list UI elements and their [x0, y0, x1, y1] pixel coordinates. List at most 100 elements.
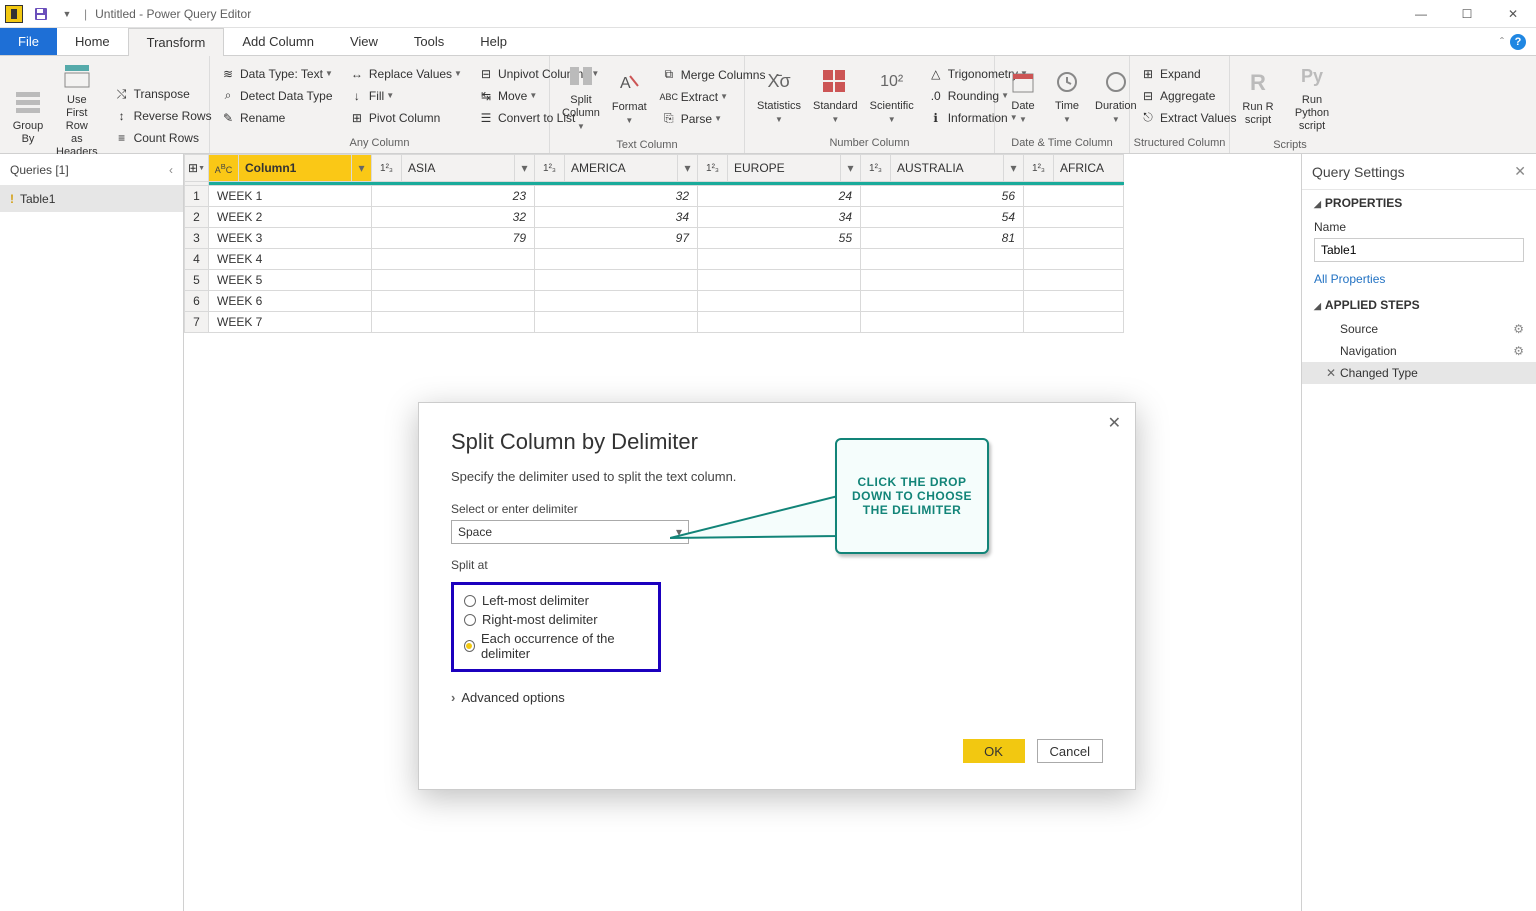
count-rows-button[interactable]: ≡Count Rows [110, 128, 216, 148]
step-changed-type[interactable]: ✕Changed Type [1302, 362, 1536, 384]
query-item-table1[interactable]: ! Table1 [0, 186, 183, 212]
cell[interactable]: 55 [698, 228, 861, 249]
table-row[interactable]: 6WEEK 6 [185, 291, 1124, 312]
standard-button[interactable]: Standard▼ [807, 64, 864, 128]
cell[interactable] [372, 312, 535, 333]
tab-add-column[interactable]: Add Column [224, 28, 332, 55]
detect-data-type-button[interactable]: ⌕Detect Data Type [216, 86, 337, 106]
tab-transform[interactable]: Transform [128, 28, 225, 56]
delimiter-dropdown[interactable]: Space ▾ [451, 520, 689, 544]
type-badge-number[interactable]: 1²₃ [1024, 155, 1054, 181]
cell[interactable] [861, 270, 1024, 291]
table-row[interactable]: 2WEEK 232343454 [185, 207, 1124, 228]
cell[interactable] [1024, 312, 1124, 333]
type-badge-number[interactable]: 1²₃ [535, 155, 565, 181]
step-source[interactable]: Source⚙ [1302, 318, 1536, 340]
column-header[interactable]: Column1 [239, 161, 351, 175]
type-badge-number[interactable]: 1²₃ [698, 155, 728, 181]
cell[interactable]: WEEK 7 [209, 312, 372, 333]
tab-home[interactable]: Home [57, 28, 128, 55]
cell[interactable]: 56 [861, 186, 1024, 207]
cell[interactable]: 23 [372, 186, 535, 207]
table-row[interactable]: 7WEEK 7 [185, 312, 1124, 333]
type-badge-number[interactable]: 1²₃ [372, 155, 402, 181]
cell[interactable] [1024, 270, 1124, 291]
cell[interactable] [861, 249, 1024, 270]
data-grid[interactable]: ⊞▼ ABCColumn1▾ 1²₃ASIA▾ 1²₃AMERICA▾ 1²₃E… [184, 154, 1124, 333]
cell[interactable]: 34 [535, 207, 698, 228]
column-header[interactable]: AFRICA [1054, 161, 1123, 175]
filter-icon[interactable]: ▾ [514, 155, 534, 181]
properties-section[interactable]: PROPERTIES [1302, 190, 1536, 216]
gear-icon[interactable]: ⚙ [1513, 344, 1524, 358]
rename-button[interactable]: ✎Rename [216, 108, 337, 128]
cell[interactable] [861, 291, 1024, 312]
statistics-button[interactable]: Χ̄σStatistics▼ [751, 64, 807, 128]
cell[interactable]: WEEK 4 [209, 249, 372, 270]
table-row[interactable]: 5WEEK 5 [185, 270, 1124, 291]
cell[interactable]: 81 [861, 228, 1024, 249]
cell[interactable]: WEEK 5 [209, 270, 372, 291]
cell[interactable] [698, 312, 861, 333]
column-header[interactable]: AMERICA [565, 161, 677, 175]
group-by-button[interactable]: Group By [6, 84, 50, 148]
cell[interactable]: WEEK 6 [209, 291, 372, 312]
extract-values-button[interactable]: ⎋Extract Values [1136, 108, 1240, 128]
radio-left-most[interactable]: Left-most delimiter [464, 591, 648, 610]
cell[interactable] [1024, 249, 1124, 270]
filter-icon[interactable]: ▾ [840, 155, 860, 181]
type-badge-text[interactable]: ABC [209, 155, 239, 181]
cell[interactable]: 32 [372, 207, 535, 228]
cell[interactable] [372, 291, 535, 312]
all-properties-link[interactable]: All Properties [1302, 266, 1397, 292]
cell[interactable] [372, 270, 535, 291]
cell[interactable]: 79 [372, 228, 535, 249]
step-navigation[interactable]: Navigation⚙ [1302, 340, 1536, 362]
date-button[interactable]: Date▼ [1001, 64, 1045, 128]
scientific-button[interactable]: 10²Scientific▼ [864, 64, 920, 128]
cell[interactable]: 24 [698, 186, 861, 207]
column-header[interactable]: ASIA [402, 161, 514, 175]
cell[interactable] [1024, 228, 1124, 249]
type-badge-number[interactable]: 1²₃ [861, 155, 891, 181]
replace-values-button[interactable]: ↔Replace Values ▼ [345, 64, 466, 84]
transpose-button[interactable]: ⤭Transpose [110, 84, 216, 104]
cell[interactable]: WEEK 2 [209, 207, 372, 228]
fill-button[interactable]: ↓Fill ▼ [345, 86, 466, 106]
cell[interactable]: 32 [535, 186, 698, 207]
cell[interactable]: WEEK 1 [209, 186, 372, 207]
expand-button[interactable]: ⊞Expand [1136, 64, 1240, 84]
delete-step-icon[interactable]: ✕ [1326, 366, 1340, 380]
data-type-button[interactable]: ≋Data Type: Text ▼ [216, 64, 337, 84]
tab-file[interactable]: File [0, 28, 57, 55]
close-settings-icon[interactable]: ✕ [1514, 163, 1526, 180]
radio-each-occurrence[interactable]: Each occurrence of the delimiter [464, 629, 648, 663]
table-row[interactable]: 1WEEK 123322456 [185, 186, 1124, 207]
cell[interactable] [698, 270, 861, 291]
table-icon[interactable]: ⊞▼ [185, 155, 208, 181]
cell[interactable]: WEEK 3 [209, 228, 372, 249]
tab-tools[interactable]: Tools [396, 28, 462, 55]
qat-dropdown-icon[interactable]: ▼ [54, 3, 80, 25]
gear-icon[interactable]: ⚙ [1513, 322, 1524, 336]
cell[interactable]: 97 [535, 228, 698, 249]
run-python-script-button[interactable]: PyRun Python script [1280, 58, 1344, 135]
applied-steps-section[interactable]: APPLIED STEPS [1302, 292, 1536, 318]
cell[interactable] [1024, 186, 1124, 207]
advanced-options-toggle[interactable]: Advanced options [451, 690, 1103, 705]
column-header[interactable]: AUSTRALIA [891, 161, 1003, 175]
cancel-button[interactable]: Cancel [1037, 739, 1103, 763]
column-header[interactable]: EUROPE [728, 161, 840, 175]
collapse-ribbon-icon[interactable]: ˆ [1500, 35, 1504, 49]
close-window-button[interactable]: ✕ [1490, 0, 1536, 28]
cell[interactable]: 34 [698, 207, 861, 228]
dialog-close-icon[interactable]: ✕ [1108, 413, 1121, 433]
cell[interactable] [698, 291, 861, 312]
cell[interactable] [535, 270, 698, 291]
cell[interactable] [1024, 207, 1124, 228]
split-column-button[interactable]: Split Column▼ [556, 58, 606, 135]
save-icon[interactable] [28, 3, 54, 25]
cell[interactable] [535, 312, 698, 333]
cell[interactable] [535, 291, 698, 312]
run-r-script-button[interactable]: RRun R script [1236, 65, 1280, 129]
